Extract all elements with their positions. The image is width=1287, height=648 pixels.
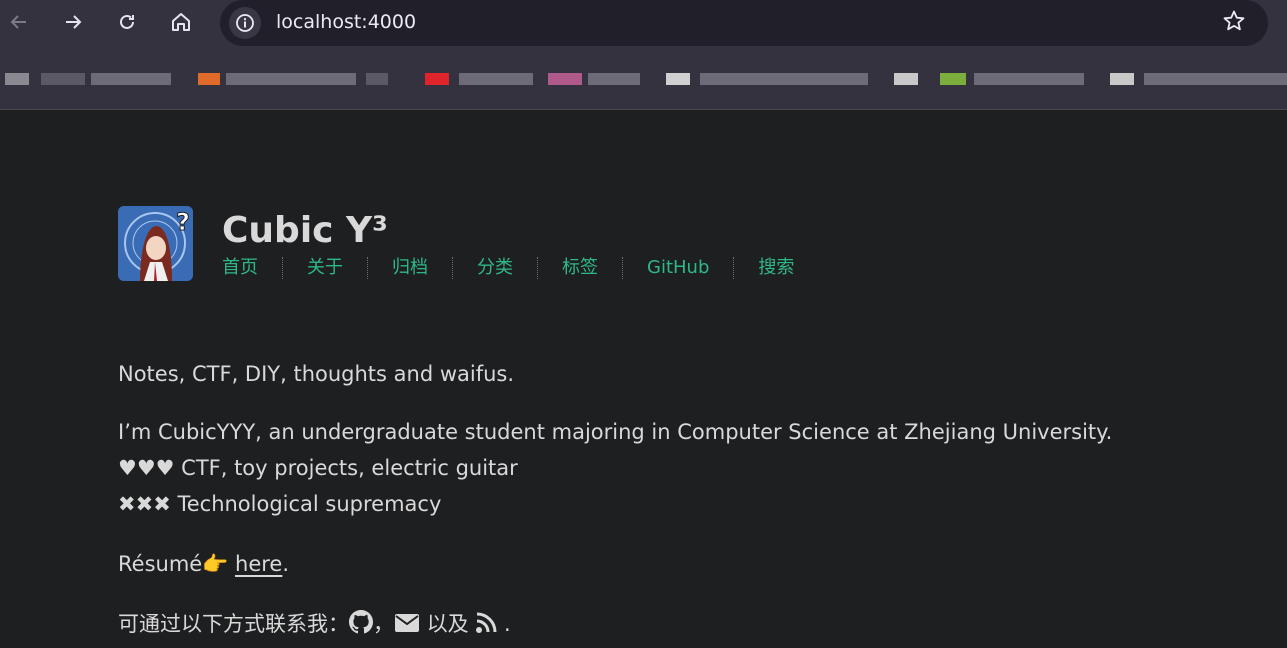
bookmark-item[interactable] (666, 68, 871, 90)
bookmark-item[interactable] (198, 68, 398, 90)
intro-line: I’m CubicYYY, an undergraduate student m… (118, 420, 1113, 444)
github-icon[interactable] (349, 609, 373, 645)
resume-line: Résumé👉 here. (118, 546, 289, 582)
bookmark-star-button[interactable] (1222, 9, 1246, 39)
rss-icon[interactable] (475, 609, 497, 645)
email-icon[interactable] (394, 609, 420, 645)
dislikes-line: ✖✖✖ Technological supremacy (118, 492, 442, 516)
nav-github[interactable]: GitHub (647, 257, 735, 279)
home-icon (172, 13, 190, 31)
nav-archive[interactable]: 归档 (392, 257, 453, 279)
browser-toolbar: localhost:4000 (0, 0, 1287, 110)
home-button[interactable] (164, 5, 198, 39)
avatar-image: ? (118, 206, 193, 281)
nav-tags[interactable]: 标签 (562, 257, 623, 279)
contact-suffix: . (497, 612, 511, 636)
intro-block: I’m CubicYYY, an undergraduate student m… (118, 414, 1112, 522)
back-button[interactable] (2, 5, 36, 39)
contact-and: 以及 (420, 612, 476, 636)
info-icon (236, 14, 254, 32)
nav-search[interactable]: 搜索 (758, 257, 818, 279)
bookmark-item[interactable] (1110, 68, 1287, 90)
url-text[interactable]: localhost:4000 (276, 11, 416, 33)
tagline: Notes, CTF, DIY, thoughts and waifus. (118, 362, 515, 386)
nav-home[interactable]: 首页 (222, 257, 283, 279)
svg-text:?: ? (176, 208, 190, 236)
site-nav: 首页 关于 归档 分类 标签 GitHub 搜索 (222, 257, 818, 279)
bookmark-item[interactable] (894, 68, 918, 90)
forward-button[interactable] (56, 5, 90, 39)
contact-separator: ， (373, 612, 394, 636)
nav-about[interactable]: 关于 (307, 257, 368, 279)
bookmark-item[interactable] (548, 68, 648, 90)
bookmark-item[interactable] (5, 68, 175, 90)
contact-prefix: 可通过以下方式联系我： (118, 612, 349, 636)
arrow-left-icon (10, 15, 26, 29)
reload-button[interactable] (110, 5, 144, 39)
site-title[interactable]: Cubic Y³ (222, 210, 388, 251)
resume-link[interactable]: here (235, 552, 282, 576)
nav-categories[interactable]: 分类 (477, 257, 538, 279)
site-info-button[interactable] (229, 7, 261, 39)
bookmarks-bar (0, 62, 1287, 96)
bookmark-item[interactable] (940, 68, 1088, 90)
bookmark-item[interactable] (425, 68, 535, 90)
likes-line: ♥♥♥ CTF, toy projects, electric guitar (118, 456, 518, 480)
resume-prefix: Résumé👉 (118, 552, 236, 576)
address-bar[interactable]: localhost:4000 (220, 0, 1268, 46)
contact-line: 可通过以下方式联系我： ， 以及 . (118, 606, 511, 645)
avatar[interactable]: ? (118, 206, 193, 281)
star-icon (1223, 10, 1245, 31)
arrow-right-icon (66, 15, 82, 29)
reload-icon (120, 14, 134, 29)
resume-suffix: . (282, 552, 290, 576)
